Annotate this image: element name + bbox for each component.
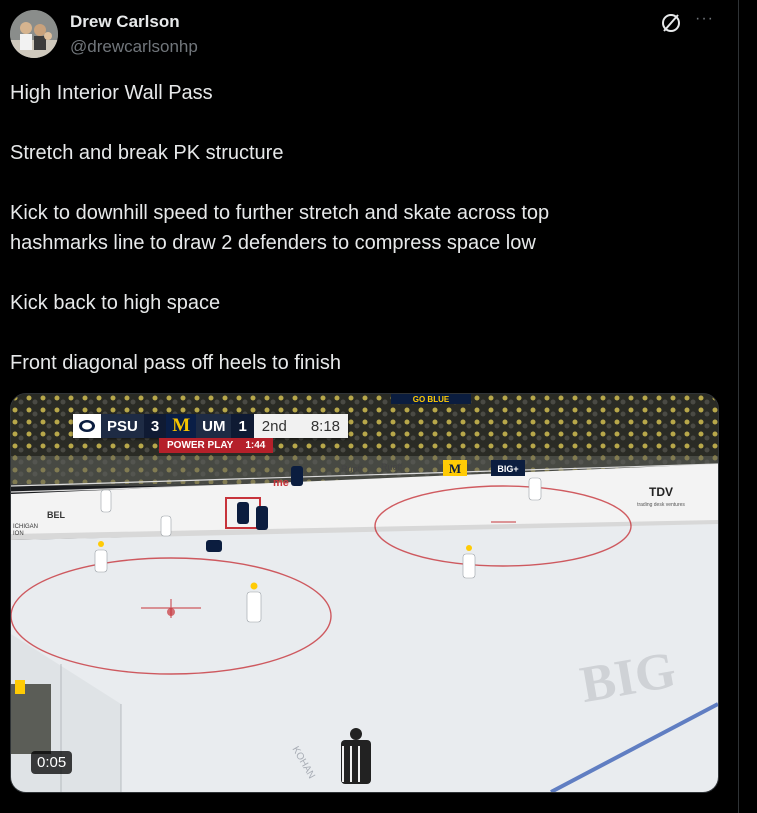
tdv-ad: TDV [649, 485, 673, 499]
power-play-time: 1:44 [245, 440, 266, 451]
video-timestamp: 0:05 [31, 751, 73, 774]
team2-score: 1 [231, 414, 254, 438]
big-ten-plus-ad: BIG+ [497, 464, 518, 474]
power-play-banner: POWER PLAY 1:44 [159, 438, 274, 453]
ruoff-ad-1: Ruoff [341, 464, 363, 474]
grok-icon[interactable] [660, 12, 682, 34]
me-ad: me [273, 477, 289, 489]
avatar[interactable] [10, 10, 58, 58]
power-play-label: POWER PLAY [167, 440, 234, 451]
author-name[interactable]: Drew Carlson [70, 12, 180, 32]
tweet-line: Kick to downhill speed to further stretc… [10, 202, 550, 224]
team1-score: 3 [143, 414, 167, 438]
avatar-photo [10, 10, 58, 58]
hockey-video-frame: GO BLUE Ruoff Ruoff M BIG+ TDV trading d… [11, 394, 718, 792]
author-handle[interactable]: @drewcarlsonhp [70, 37, 198, 57]
tweet-line: Kick back to high space [10, 292, 221, 314]
more-icon[interactable]: ··· [695, 10, 714, 28]
tweet-line: Front diagonal pass off heels to finish [10, 352, 341, 374]
column-divider [738, 0, 739, 813]
michigan-logo-icon: M [166, 414, 197, 438]
team1-label: PSU [101, 414, 144, 438]
ruoff-ad-2: Ruoff [381, 462, 403, 472]
tweet-line: High Interior Wall Pass [10, 82, 213, 104]
tweet-line: hashmarks line to draw 2 defenders to co… [10, 232, 536, 254]
video-player[interactable]: GO BLUE Ruoff Ruoff M BIG+ TDV trading d… [10, 393, 719, 793]
tdv-sub-ad: trading desk ventures [637, 502, 685, 508]
board-m-logo: M [449, 461, 461, 476]
period-label: 2nd [253, 414, 295, 438]
tweet-text: High Interior Wall Pass Stretch and brea… [10, 78, 730, 378]
tweet-line: Stretch and break PK structure [10, 142, 284, 164]
michigan-ad: ICHIGAN [13, 524, 38, 530]
go-blue-text: GO BLUE [413, 395, 450, 404]
scorebug: PSU 3 M UM 1 2nd 8:18 [73, 414, 349, 438]
psu-logo-icon [73, 414, 101, 438]
team2-label: UM [196, 414, 232, 438]
michigan-ad-2: ION [13, 531, 24, 537]
game-clock: 8:18 [294, 414, 349, 438]
bel-ad: BEL [47, 510, 66, 520]
